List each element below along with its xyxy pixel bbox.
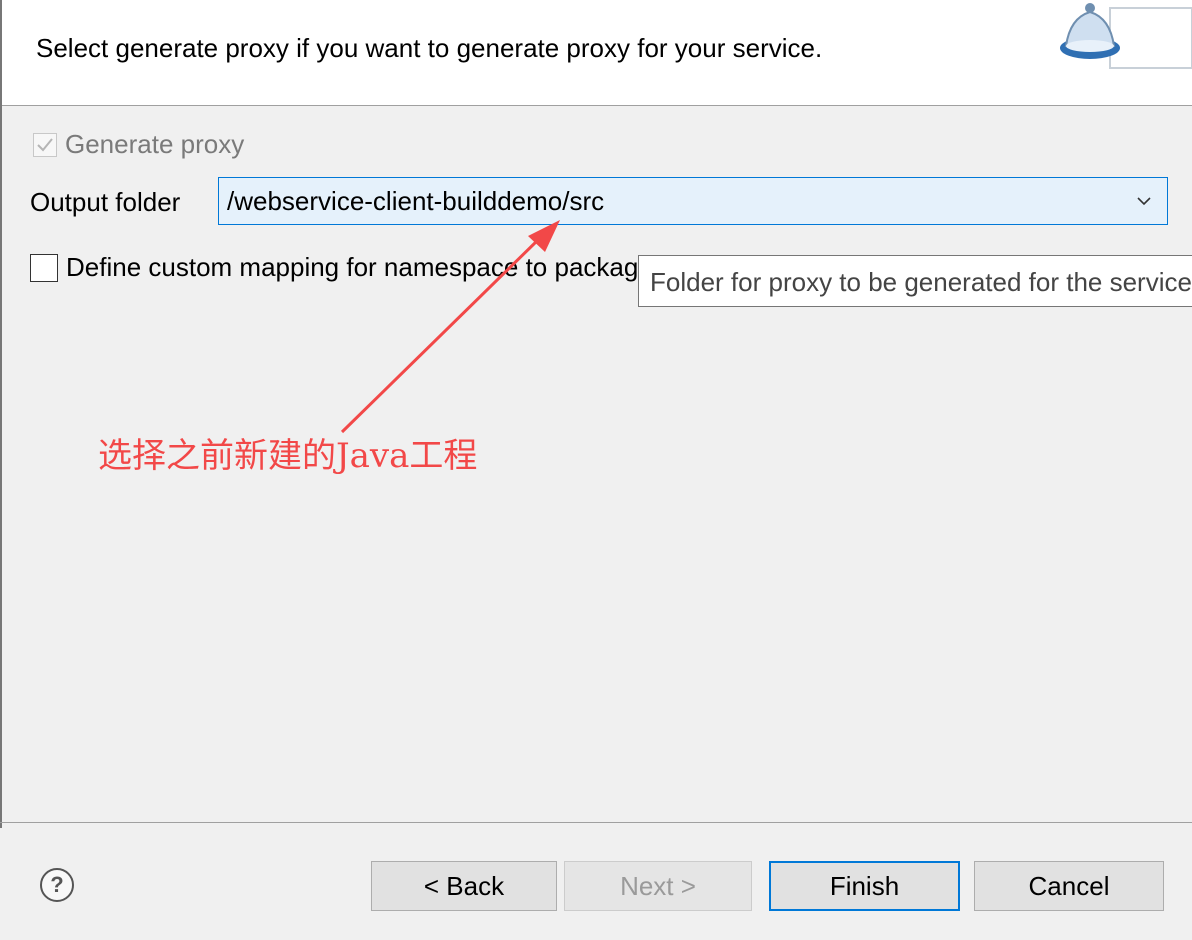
cancel-button[interactable]: Cancel	[974, 861, 1164, 911]
finish-button[interactable]: Finish	[769, 861, 960, 911]
annotation-text: 选择之前新建的Java工程	[98, 436, 478, 476]
footer-divider	[0, 822, 1192, 823]
next-button[interactable]: Next >	[564, 861, 752, 911]
help-icon[interactable]: ?	[40, 868, 74, 902]
back-button[interactable]: < Back	[371, 861, 557, 911]
